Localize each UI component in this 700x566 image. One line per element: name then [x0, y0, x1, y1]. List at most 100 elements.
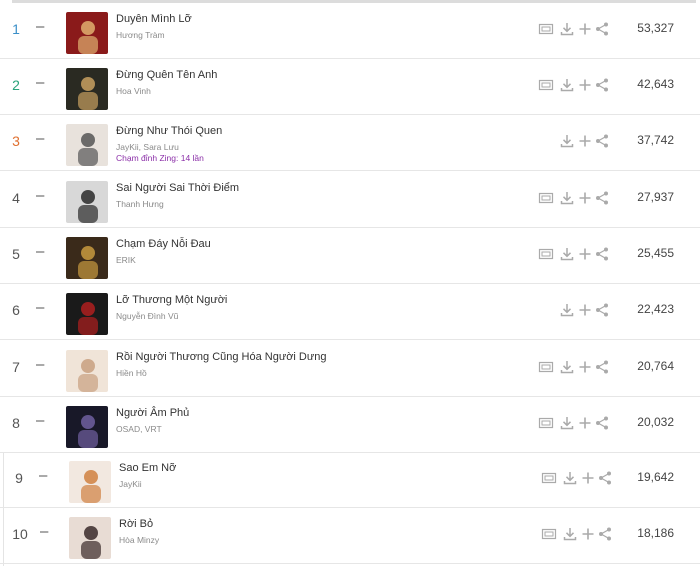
- trend-indicator: –: [39, 467, 48, 484]
- rank-number: 4: [12, 190, 20, 206]
- add-icon[interactable]: [577, 302, 593, 318]
- song-title[interactable]: Sao Em Nỡ: [119, 462, 176, 474]
- row-actions: [538, 77, 612, 93]
- add-icon[interactable]: [577, 133, 593, 149]
- mv-icon[interactable]: [538, 246, 554, 262]
- song-artist[interactable]: Hòa Minzy: [119, 535, 159, 545]
- album-thumbnail[interactable]: [69, 517, 111, 559]
- add-icon[interactable]: [577, 190, 593, 206]
- row-actions: [538, 415, 612, 431]
- album-thumbnail[interactable]: [66, 293, 108, 335]
- add-icon[interactable]: [580, 526, 596, 542]
- zing-peak-badge: Chạm đỉnh Zing: 14 lần: [116, 153, 204, 163]
- share-icon[interactable]: [597, 526, 613, 542]
- share-icon[interactable]: [597, 470, 613, 486]
- add-icon[interactable]: [577, 246, 593, 262]
- row-actions: [538, 359, 612, 375]
- rank-number: 3: [12, 133, 20, 149]
- add-icon[interactable]: [577, 359, 593, 375]
- add-icon[interactable]: [577, 415, 593, 431]
- song-title[interactable]: Đừng Như Thói Quen: [116, 125, 222, 137]
- song-artist[interactable]: Hương Tràm: [116, 30, 165, 40]
- listen-count: 20,764: [637, 359, 674, 373]
- mv-icon[interactable]: [541, 470, 557, 486]
- share-icon[interactable]: [594, 359, 610, 375]
- song-artist[interactable]: OSAD, VRT: [116, 424, 162, 434]
- rank-number: 5: [12, 246, 20, 262]
- mv-icon[interactable]: [538, 77, 554, 93]
- share-icon[interactable]: [594, 77, 610, 93]
- mv-icon[interactable]: [538, 21, 554, 37]
- share-icon[interactable]: [594, 190, 610, 206]
- trend-indicator: –: [36, 243, 45, 260]
- trend-indicator: –: [36, 18, 45, 35]
- song-title[interactable]: Rồi Người Thương Cũng Hóa Người Dưng: [116, 351, 326, 363]
- mv-icon[interactable]: [538, 359, 554, 375]
- mv-icon[interactable]: [541, 526, 557, 542]
- song-title[interactable]: Rời Bỏ: [119, 518, 153, 530]
- rank-number: 10: [12, 526, 28, 542]
- share-icon[interactable]: [594, 246, 610, 262]
- download-icon[interactable]: [559, 77, 575, 93]
- row-actions: [538, 133, 612, 149]
- download-icon[interactable]: [562, 470, 578, 486]
- rank-number: 7: [12, 359, 20, 375]
- song-artist[interactable]: JayKii, Sara Lưu: [116, 142, 179, 152]
- download-icon[interactable]: [559, 415, 575, 431]
- listen-count: 37,742: [637, 133, 674, 147]
- song-artist[interactable]: JayKii: [119, 479, 142, 489]
- download-icon[interactable]: [559, 359, 575, 375]
- row-actions: [538, 246, 612, 262]
- song-artist[interactable]: Hoa Vinh: [116, 86, 151, 96]
- song-artist[interactable]: Hiền Hồ: [116, 368, 147, 378]
- download-icon[interactable]: [562, 526, 578, 542]
- album-thumbnail[interactable]: [66, 124, 108, 166]
- mv-icon[interactable]: [538, 190, 554, 206]
- share-icon[interactable]: [594, 133, 610, 149]
- download-icon[interactable]: [559, 246, 575, 262]
- share-icon[interactable]: [594, 21, 610, 37]
- download-icon[interactable]: [559, 21, 575, 37]
- song-title[interactable]: Đừng Quên Tên Anh: [116, 69, 217, 81]
- chart-row[interactable]: 5– Chạm Đáy Nỗi Đau ERIK 25,455: [0, 228, 700, 284]
- song-title[interactable]: Duyên Mình Lỡ: [116, 13, 192, 25]
- song-title[interactable]: Lỡ Thương Một Người: [116, 294, 227, 306]
- album-thumbnail[interactable]: [66, 12, 108, 54]
- album-thumbnail[interactable]: [66, 181, 108, 223]
- album-thumbnail[interactable]: [66, 237, 108, 279]
- row-actions: [538, 21, 612, 37]
- chart-row[interactable]: 1– Duyên Mình Lỡ Hương Tràm 53,327: [0, 3, 700, 59]
- chart-row[interactable]: 7– Rồi Người Thương Cũng Hóa Người Dưng Hi…: [0, 341, 700, 397]
- album-thumbnail[interactable]: [66, 350, 108, 392]
- song-artist[interactable]: Nguyễn Đình Vũ: [116, 311, 178, 321]
- album-thumbnail[interactable]: [69, 461, 111, 503]
- add-icon[interactable]: [577, 21, 593, 37]
- song-artist[interactable]: ERIK: [116, 255, 136, 265]
- album-thumbnail[interactable]: [66, 406, 108, 448]
- share-icon[interactable]: [594, 302, 610, 318]
- add-icon[interactable]: [580, 470, 596, 486]
- chart-row[interactable]: 3– Đừng Như Thói Quen JayKii, Sara Lưu Chạm…: [0, 115, 700, 171]
- row-actions: [538, 302, 612, 318]
- chart-row[interactable]: 10– Rời Bỏ Hòa Minzy 18,186: [0, 508, 700, 564]
- listen-count: 42,643: [637, 77, 674, 91]
- song-artist[interactable]: Thanh Hưng: [116, 199, 164, 209]
- download-icon[interactable]: [559, 133, 575, 149]
- chart-row[interactable]: 9– Sao Em Nỡ JayKii 19,642: [0, 452, 700, 508]
- chart-row[interactable]: 4– Sai Người Sai Thời Điểm Thanh Hưng 27,93…: [0, 172, 700, 228]
- download-icon[interactable]: [559, 302, 575, 318]
- chart-row[interactable]: 8– Người Âm Phủ OSAD, VRT 20,032: [0, 397, 700, 453]
- chart-row[interactable]: 2– Đừng Quên Tên Anh Hoa Vinh 42,643: [0, 59, 700, 115]
- chart-row[interactable]: 6– Lỡ Thương Một Người Nguyễn Đình Vũ 22,42…: [0, 284, 700, 340]
- rank-number: 2: [12, 77, 20, 93]
- add-icon[interactable]: [577, 77, 593, 93]
- song-title[interactable]: Sai Người Sai Thời Điểm: [116, 182, 239, 194]
- share-icon[interactable]: [594, 415, 610, 431]
- row-actions: [541, 526, 615, 542]
- song-title[interactable]: Chạm Đáy Nỗi Đau: [116, 238, 211, 250]
- song-title[interactable]: Người Âm Phủ: [116, 407, 189, 419]
- album-thumbnail[interactable]: [66, 68, 108, 110]
- download-icon[interactable]: [559, 190, 575, 206]
- listen-count: 19,642: [637, 470, 674, 484]
- mv-icon[interactable]: [538, 415, 554, 431]
